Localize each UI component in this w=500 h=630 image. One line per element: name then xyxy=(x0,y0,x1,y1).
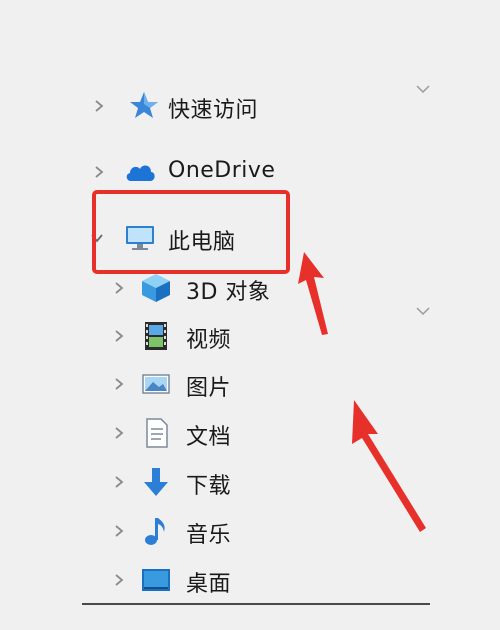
document-icon xyxy=(138,415,174,451)
nav-item-label: OneDrive xyxy=(168,158,276,183)
chevron-right-icon[interactable] xyxy=(108,325,130,347)
nav-item-quick-access[interactable]: 快速访问 xyxy=(86,86,406,126)
nav-item-3d-objects[interactable]: 3D 对象 xyxy=(106,268,406,308)
nav-item-videos[interactable]: 视频 xyxy=(106,316,406,356)
cloud-icon xyxy=(122,154,158,190)
download-arrow-icon xyxy=(138,464,174,500)
nav-item-onedrive[interactable]: OneDrive xyxy=(86,152,406,192)
cube-3d-icon xyxy=(138,270,174,306)
annotation-arrow-icon xyxy=(352,400,426,532)
chevron-right-icon[interactable] xyxy=(88,95,110,117)
picture-icon xyxy=(138,366,174,402)
nav-item-label: 图片 xyxy=(186,376,232,401)
nav-item-label: 音乐 xyxy=(186,523,232,548)
collapse-mark-icon xyxy=(416,85,430,94)
chevron-right-icon[interactable] xyxy=(108,422,130,444)
pane-divider xyxy=(82,603,430,605)
annotation-arrow-icon xyxy=(298,252,328,335)
nav-item-label: 视频 xyxy=(186,328,232,353)
nav-item-desktop[interactable]: 桌面 xyxy=(106,560,406,600)
nav-item-label: 下载 xyxy=(186,474,232,499)
music-note-icon xyxy=(138,513,174,549)
collapse-mark-icon xyxy=(416,307,430,316)
nav-item-label: 桌面 xyxy=(186,572,232,597)
nav-item-label: 文档 xyxy=(186,425,232,450)
chevron-right-icon[interactable] xyxy=(108,277,130,299)
nav-item-label: 3D 对象 xyxy=(186,280,271,305)
chevron-right-icon[interactable] xyxy=(108,471,130,493)
film-icon xyxy=(138,318,174,354)
chevron-right-icon[interactable] xyxy=(108,520,130,542)
nav-item-label: 快速访问 xyxy=(168,98,259,123)
annotation-highlight-box xyxy=(92,190,290,274)
chevron-right-icon[interactable] xyxy=(88,161,110,183)
star-pin-icon xyxy=(126,88,162,124)
chevron-right-icon[interactable] xyxy=(108,373,130,395)
navigation-pane: 快速访问 OneDrive 此电脑 3D 对象 视频 图片 文档 下载 音乐 桌… xyxy=(0,0,500,630)
chevron-right-icon[interactable] xyxy=(108,569,130,591)
desktop-icon xyxy=(138,562,174,598)
